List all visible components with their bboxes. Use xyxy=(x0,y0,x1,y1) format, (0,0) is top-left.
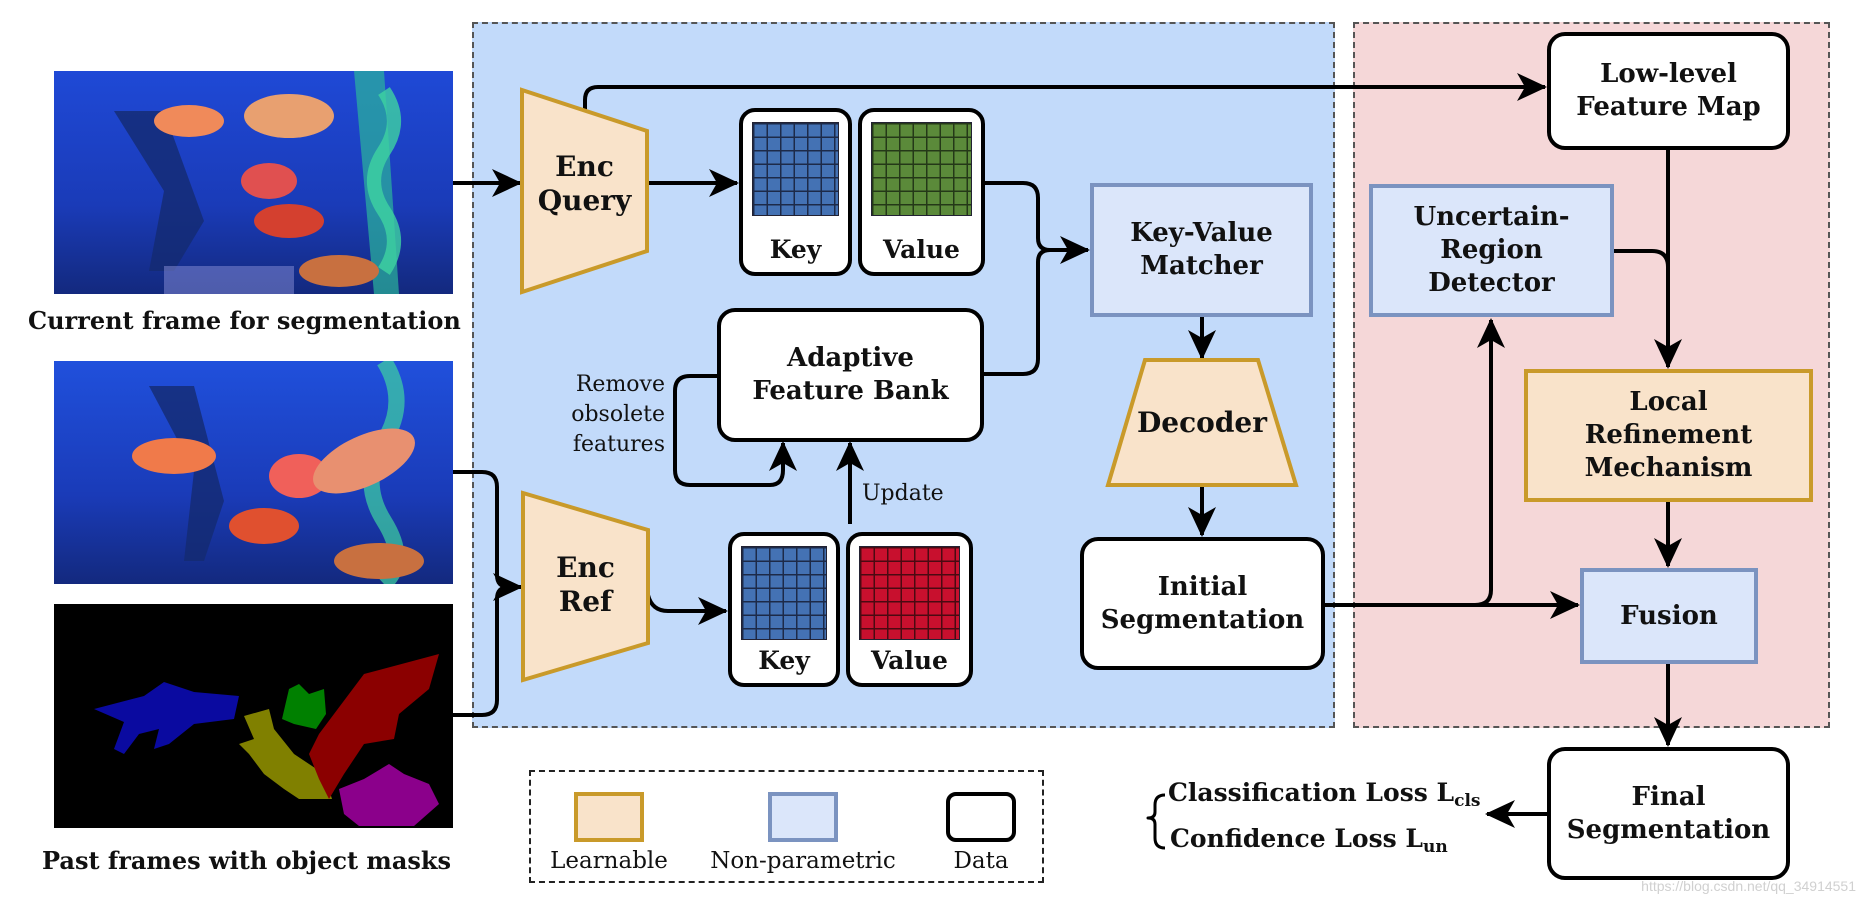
remove-note-line3: features xyxy=(572,432,665,457)
confidence-loss-text: Confidence Loss L xyxy=(1170,824,1424,853)
fusion-label: Fusion xyxy=(1620,600,1718,631)
enc-ref-label: Enc Ref xyxy=(523,551,648,619)
wire-value-to-matcher xyxy=(985,181,1051,252)
adaptive-feature-bank: Adaptive Feature Bank xyxy=(717,308,984,442)
initial-seg-line2: Segmentation xyxy=(1100,604,1305,635)
initial-seg-line1: Initial xyxy=(1157,571,1248,602)
classification-loss-subscript: cls xyxy=(1454,791,1481,811)
ref-key-grid xyxy=(741,546,827,640)
legend-data-swatch xyxy=(946,792,1016,842)
query-value-grid xyxy=(871,122,972,216)
uncertain-region-detector: Uncertain- Region Detector xyxy=(1369,184,1614,317)
low-level-line1: Low-level xyxy=(1600,59,1737,89)
uncertain-line1: Uncertain- xyxy=(1413,202,1570,232)
arrow-enc-query-to-lowlevel xyxy=(583,73,1547,113)
remove-note-line1: Remove xyxy=(575,372,665,397)
remove-obsolete-note: Remove obsolete features xyxy=(555,370,665,460)
uncertain-line2: Region xyxy=(1440,235,1543,265)
legend-nonparam-label: Non-parametric xyxy=(710,848,896,874)
query-key-label: Key xyxy=(769,235,822,264)
legend-learnable-label: Learnable xyxy=(550,848,668,874)
uncertain-line3: Detector xyxy=(1428,268,1555,298)
query-value-feature: Value xyxy=(858,108,985,276)
ref-value-feature: Value xyxy=(846,532,973,687)
remove-note-line2: obsolete xyxy=(571,402,665,427)
wire-bank-to-matcher xyxy=(984,248,1051,376)
adaptive-bank-line1: Adaptive xyxy=(787,343,914,373)
confidence-loss: Confidence Loss Lun xyxy=(1170,824,1448,857)
legend-learnable-swatch xyxy=(574,792,644,842)
lrm-line2: Refinement xyxy=(1584,420,1753,450)
ref-key-feature: Key xyxy=(728,532,840,687)
matcher-line1: Key-Value xyxy=(1130,218,1273,248)
legend-nonparam-swatch xyxy=(768,792,838,842)
wire-uncertain-to-lrm xyxy=(1614,249,1670,268)
adaptive-bank-line2: Feature Bank xyxy=(752,376,949,406)
final-seg-line2: Segmentation xyxy=(1566,814,1771,845)
enc-query-label: Enc Query xyxy=(522,150,647,218)
enc-query-line1: Enc xyxy=(555,150,614,183)
confidence-loss-subscript: un xyxy=(1423,837,1448,857)
matcher-line2: Matcher xyxy=(1140,251,1263,281)
query-key-grid xyxy=(752,122,839,216)
enc-ref-line2: Ref xyxy=(558,585,613,618)
query-key-feature: Key xyxy=(739,108,852,276)
key-value-matcher: Key-Value Matcher xyxy=(1090,183,1313,317)
ref-key-label: Key xyxy=(758,646,810,675)
diagram-canvas: Current frame for segmentation Past fram… xyxy=(0,0,1862,898)
lrm-line3: Mechanism xyxy=(1584,453,1753,483)
update-note: Update xyxy=(862,481,944,506)
query-value-label: Value xyxy=(883,235,960,264)
final-seg-line1: Final xyxy=(1631,781,1706,812)
local-refinement-mechanism: Local Refinement Mechanism xyxy=(1524,369,1813,502)
classification-loss-text: Classification Loss L xyxy=(1168,778,1455,807)
watermark: https://blog.csdn.net/qq_34914551 xyxy=(1641,878,1856,894)
arrow-enc-ref-to-key xyxy=(646,594,728,625)
loss-brace xyxy=(1146,793,1166,850)
classification-loss: Classification Loss Lcls xyxy=(1168,778,1481,811)
initial-segmentation: Initial Segmentation xyxy=(1080,537,1325,670)
low-level-line2: Feature Map xyxy=(1576,92,1761,122)
ref-value-label: Value xyxy=(871,646,948,675)
lrm-line1: Local xyxy=(1629,387,1708,417)
decoder-label: Decoder xyxy=(1137,406,1267,439)
wire-past-frame xyxy=(453,470,510,589)
legend-data-label: Data xyxy=(953,848,1009,874)
fusion: Fusion xyxy=(1580,568,1758,664)
wire-past-mask xyxy=(453,585,510,717)
legend: Learnable Non-parametric Data xyxy=(529,770,1044,883)
enc-query-line2: Query xyxy=(537,184,632,217)
enc-ref-line1: Enc xyxy=(556,551,615,584)
final-segmentation: Final Segmentation xyxy=(1547,747,1790,880)
arrow-initial-to-uncertain xyxy=(1474,318,1505,607)
low-level-feature-map: Low-level Feature Map xyxy=(1547,32,1790,150)
ref-value-grid xyxy=(859,546,960,640)
